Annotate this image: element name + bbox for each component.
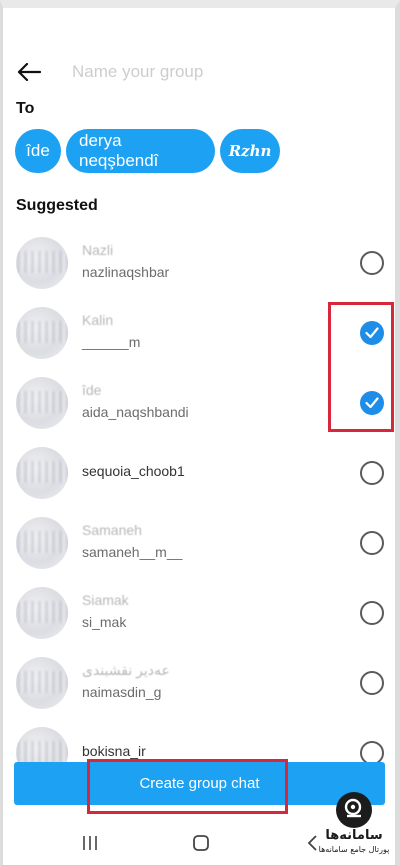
create-button-highlight-box <box>87 759 288 814</box>
contact-name: Siamak <box>82 592 129 608</box>
avatar <box>16 447 68 499</box>
contact-name: Samaneh <box>82 522 142 538</box>
contact-name: عه‌دیر نقشبندی <box>82 662 170 678</box>
select-radio[interactable] <box>360 251 384 275</box>
to-label: To <box>16 100 35 117</box>
contact-username: naimasdin_g <box>82 684 162 700</box>
selected-highlight-box <box>328 302 394 432</box>
contact-name: Kalin <box>82 312 114 328</box>
watermark-subtitle: پورتال جامع سامانه‌ها <box>318 845 390 854</box>
suggested-heading: Suggested <box>16 197 98 214</box>
recent-apps-icon[interactable] <box>82 835 98 856</box>
contact-username: bokisna_ir <box>82 743 146 759</box>
home-icon[interactable] <box>192 834 210 857</box>
recipient-chip[interactable]: derya neqşbendî <box>66 129 215 173</box>
list-item[interactable]: Siamak si_mak <box>0 578 400 648</box>
contact-name: îde <box>82 382 102 398</box>
contact-username: nazlinaqshbar <box>82 264 170 280</box>
group-name-input[interactable] <box>72 62 332 82</box>
watermark-logo: سامانه‌ها پورتال جامع سامانه‌ها <box>312 790 396 860</box>
list-item[interactable]: sequoia_choob1 <box>0 438 400 508</box>
contact-username: sequoia_choob1 <box>82 463 185 479</box>
avatar <box>16 517 68 569</box>
select-radio[interactable] <box>360 671 384 695</box>
watermark-title: سامانه‌ها <box>325 828 383 843</box>
avatar <box>16 237 68 289</box>
avatar <box>16 377 68 429</box>
contact-username: samaneh__m__ <box>82 544 183 560</box>
select-radio[interactable] <box>360 461 384 485</box>
contact-username: si_mak <box>82 614 127 630</box>
avatar <box>16 657 68 709</box>
logo-icon <box>336 792 372 828</box>
contact-name: Nazli <box>82 242 114 258</box>
header <box>14 56 386 88</box>
list-item[interactable]: عه‌دیر نقشبندی naimasdin_g <box>0 648 400 718</box>
recipient-chip[interactable]: Rzhn <box>220 129 280 173</box>
list-item[interactable]: Samaneh samaneh__m__ <box>0 508 400 578</box>
contact-username: aida_naqshbandi <box>82 404 189 420</box>
contact-username: ______m <box>82 334 141 350</box>
select-radio[interactable] <box>360 601 384 625</box>
selected-recipients: îde derya neqşbendî Rzhn <box>15 129 280 173</box>
list-item[interactable]: Nazli nazlinaqshbar <box>0 228 400 298</box>
recipient-chip[interactable]: îde <box>15 129 61 173</box>
back-arrow-icon[interactable] <box>14 57 44 87</box>
select-radio[interactable] <box>360 531 384 555</box>
avatar <box>16 587 68 639</box>
avatar <box>16 307 68 359</box>
